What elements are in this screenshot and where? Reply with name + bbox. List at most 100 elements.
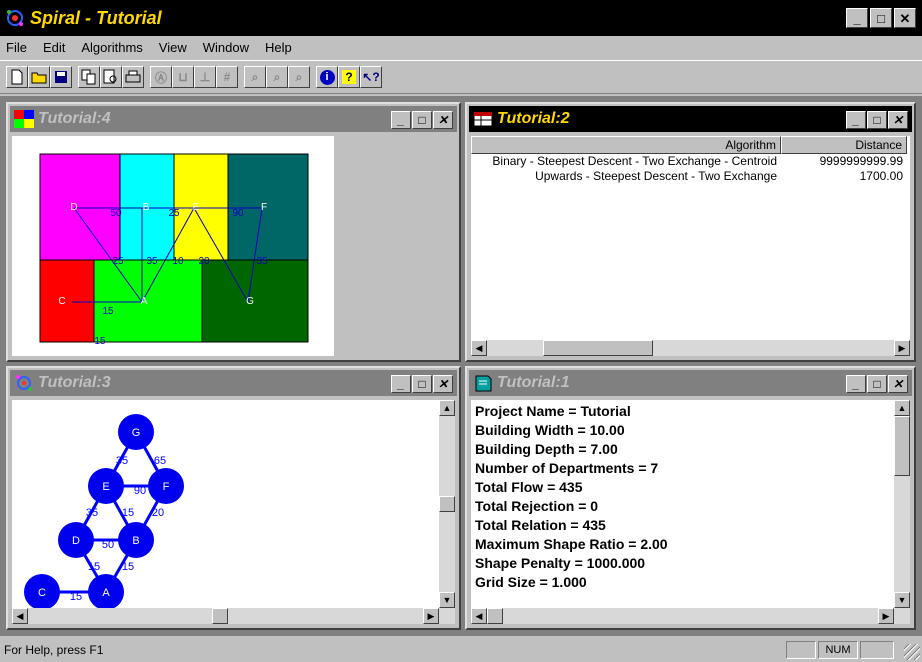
- menu-help[interactable]: Help: [265, 40, 292, 55]
- graph-node-label: B: [132, 535, 139, 547]
- tutorial-1-title-bar[interactable]: Tutorial:1 _ □ ✕: [469, 370, 912, 396]
- menu-algorithms[interactable]: Algorithms: [81, 40, 142, 55]
- department-c[interactable]: [39, 259, 95, 343]
- tutorial-3-title-bar[interactable]: Tutorial:3 _ □ ✕: [10, 370, 457, 396]
- context-help-icon[interactable]: ↖?: [360, 66, 382, 88]
- menu-view[interactable]: View: [159, 40, 187, 55]
- layout-plan: D B E F C A G 50 25 90 25 35 10 15 20 35 15: [39, 153, 309, 347]
- scroll-up-button[interactable]: ▲: [439, 400, 455, 416]
- tutorial-3-minimize-button[interactable]: _: [391, 375, 411, 393]
- department-g[interactable]: [201, 259, 309, 343]
- scroll-right-button[interactable]: ▶: [878, 608, 894, 624]
- scroll-thumb[interactable]: [212, 608, 228, 624]
- flow-label: 90: [232, 208, 244, 219]
- flow-label: 35: [256, 256, 268, 267]
- app-spiral-icon[interactable]: [6, 9, 24, 27]
- tutorial-3-vscrollbar[interactable]: ▲ ▼: [439, 400, 455, 608]
- table-row[interactable]: Binary - Steepest Descent - Two Exchange…: [471, 154, 907, 169]
- graph-node-label: E: [102, 481, 109, 493]
- edge-label: 35: [116, 455, 128, 467]
- tutorial-3-maximize-button[interactable]: □: [412, 375, 432, 393]
- tutorial-4-title: Tutorial:4: [38, 110, 111, 127]
- tutorial-2-client: Algorithm Distance Binary - Steepest Des…: [471, 136, 910, 356]
- tutorial-1-maximize-button[interactable]: □: [867, 375, 887, 393]
- copy-icon[interactable]: [78, 66, 100, 88]
- window-tutorial-1[interactable]: Tutorial:1 _ □ ✕ Project Name = Tutorial…: [465, 366, 916, 630]
- tutorial-1-minimize-button[interactable]: _: [846, 375, 866, 393]
- edge-label: 15: [122, 507, 134, 519]
- zoom-icon[interactable]: ⌕: [244, 66, 266, 88]
- column-header-distance[interactable]: Distance: [781, 136, 907, 154]
- tutorial-2-minimize-button[interactable]: _: [846, 111, 866, 129]
- scroll-down-button[interactable]: ▼: [894, 592, 910, 608]
- tutorial-3-close-button[interactable]: ✕: [433, 375, 453, 393]
- minimize-button[interactable]: _: [846, 8, 868, 28]
- info-icon[interactable]: i: [316, 66, 338, 88]
- tutorial-2-title-bar[interactable]: Tutorial:2 _ □ ✕: [469, 106, 912, 132]
- graph-node-label: F: [163, 481, 170, 493]
- tutorial-2-title: Tutorial:2: [497, 110, 570, 127]
- tutorial-1-close-button[interactable]: ✕: [888, 375, 908, 393]
- scroll-right-button[interactable]: ▶: [423, 608, 439, 624]
- scroll-left-button[interactable]: ◀: [471, 608, 487, 624]
- scroll-right-button[interactable]: ▶: [894, 340, 910, 356]
- tutorial-4-close-button[interactable]: ✕: [433, 111, 453, 129]
- print-preview-icon[interactable]: [100, 66, 122, 88]
- scroll-thumb[interactable]: [543, 340, 653, 356]
- scroll-thumb[interactable]: [439, 496, 455, 512]
- scroll-left-button[interactable]: ◀: [471, 340, 487, 356]
- tutorial-4-maximize-button[interactable]: □: [412, 111, 432, 129]
- notes-icon: [473, 374, 493, 392]
- tutorial-3-hscrollbar[interactable]: ◀ ▶: [12, 608, 455, 624]
- scroll-thumb[interactable]: [487, 608, 503, 624]
- scroll-thumb[interactable]: [894, 416, 910, 476]
- scroll-left-button[interactable]: ◀: [12, 608, 28, 624]
- graph-icon: [14, 374, 34, 392]
- menu-file[interactable]: File: [6, 40, 27, 55]
- info-line: Number of Departments = 7: [475, 460, 659, 476]
- department-a[interactable]: [93, 259, 203, 343]
- zoom-in-icon[interactable]: ⌕: [266, 66, 288, 88]
- flow-graph: 35 659035 15 205015 1515 GE FD BC A: [24, 414, 184, 610]
- grid-icon[interactable]: #: [216, 66, 238, 88]
- window-tutorial-2[interactable]: Tutorial:2 _ □ ✕ Algorithm Distance Bina…: [465, 102, 916, 362]
- flow-label: 15: [94, 336, 106, 347]
- graph-node-label: D: [72, 535, 80, 547]
- zoom-out-icon[interactable]: ⌕: [288, 66, 310, 88]
- shape-c-icon[interactable]: ⊥: [194, 66, 216, 88]
- help-icon[interactable]: ?: [338, 66, 360, 88]
- tutorial-4-minimize-button[interactable]: _: [391, 111, 411, 129]
- resize-grip[interactable]: [904, 644, 920, 660]
- new-icon[interactable]: [6, 66, 28, 88]
- column-header-algorithm[interactable]: Algorithm: [471, 136, 781, 154]
- department-f[interactable]: [227, 153, 309, 261]
- shape-a-icon[interactable]: Ⓐ: [150, 66, 172, 88]
- flow-label: 15: [102, 306, 114, 317]
- tutorial-2-close-button[interactable]: ✕: [888, 111, 908, 129]
- close-button[interactable]: ✕: [894, 8, 916, 28]
- save-icon[interactable]: [50, 66, 72, 88]
- window-tutorial-4[interactable]: Tutorial:4 _ □ ✕ D B E F C A G 50 25 90 …: [6, 102, 461, 362]
- menu-window[interactable]: Window: [203, 40, 249, 55]
- tutorial-4-title-bar[interactable]: Tutorial:4 _ □ ✕: [10, 106, 457, 132]
- maximize-button[interactable]: □: [870, 8, 892, 28]
- tutorial-1-vscrollbar[interactable]: ▲ ▼: [894, 400, 910, 608]
- edge-label: 35: [86, 507, 98, 519]
- scroll-up-button[interactable]: ▲: [894, 400, 910, 416]
- graph-node-label: C: [38, 587, 46, 599]
- shape-b-icon[interactable]: ⊔: [172, 66, 194, 88]
- department-e[interactable]: [173, 153, 229, 261]
- tutorial-2-maximize-button[interactable]: □: [867, 111, 887, 129]
- window-tutorial-3[interactable]: Tutorial:3 _ □ ✕ 35 65 90 35 15 20 50 15 15 15 GE…: [6, 366, 461, 630]
- table-row[interactable]: Upwards - Steepest Descent - Two Exchang…: [471, 169, 907, 184]
- print-icon[interactable]: [122, 66, 144, 88]
- tutorial-1-hscrollbar[interactable]: ◀ ▶: [471, 608, 910, 624]
- scroll-down-button[interactable]: ▼: [439, 592, 455, 608]
- tutorial-2-hscrollbar[interactable]: ◀ ▶: [471, 340, 910, 356]
- main-title-bar[interactable]: Spiral - Tutorial _ □ ✕: [0, 0, 922, 36]
- department-label: D: [70, 202, 77, 213]
- menu-edit[interactable]: Edit: [43, 40, 65, 55]
- flow-label: 20: [198, 256, 210, 267]
- department-d[interactable]: [39, 153, 121, 261]
- open-icon[interactable]: [28, 66, 50, 88]
